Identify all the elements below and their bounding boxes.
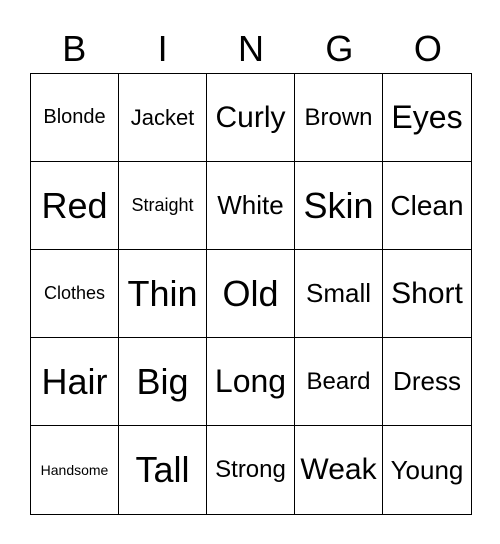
- bingo-cell-text: Strong: [215, 456, 286, 483]
- bingo-cell-text: Hair: [41, 360, 108, 402]
- bingo-cell[interactable]: Strong: [207, 426, 295, 514]
- bingo-cell-text: Eyes: [391, 99, 463, 135]
- bingo-cell[interactable]: Clothes: [31, 250, 119, 338]
- bingo-grid: Blonde Jacket Curly Brown Eyes Red Straight Whi…: [30, 73, 472, 515]
- bingo-cell[interactable]: Eyes: [383, 74, 471, 162]
- bingo-cell-text: Skin: [303, 184, 374, 226]
- bingo-cell[interactable]: Big: [119, 338, 207, 426]
- bingo-cell-text: Clothes: [43, 283, 106, 303]
- header-letter-o: O: [413, 28, 442, 69]
- bingo-cell[interactable]: Brown: [295, 74, 383, 162]
- bingo-cell-text: Big: [136, 360, 189, 402]
- bingo-cell[interactable]: Red: [31, 162, 119, 250]
- bingo-cell-text: Blonde: [43, 106, 106, 128]
- bingo-cell[interactable]: Straight: [119, 162, 207, 250]
- bingo-cell-text: Curly: [215, 100, 286, 134]
- bingo-cell[interactable]: Weak: [295, 426, 383, 514]
- bingo-cell-text: Tall: [135, 449, 190, 490]
- bingo-cell-text: Clean: [390, 189, 464, 221]
- bingo-cell[interactable]: Curly: [207, 74, 295, 162]
- bingo-cell-text: Straight: [131, 195, 194, 215]
- bingo-cell-text: Beard: [306, 367, 371, 395]
- bingo-header: B I N G O: [30, 26, 472, 72]
- bingo-cell[interactable]: Long: [207, 338, 295, 426]
- bingo-cell[interactable]: White: [207, 162, 295, 250]
- bingo-cell[interactable]: Young: [383, 426, 471, 514]
- bingo-cell[interactable]: Tall: [119, 426, 207, 514]
- bingo-cell[interactable]: Old: [207, 250, 295, 338]
- bingo-cell[interactable]: Blonde: [31, 74, 119, 162]
- bingo-cell[interactable]: Handsome: [31, 426, 119, 514]
- bingo-cell-text: Dress: [393, 366, 461, 396]
- bingo-cell-text: Brown: [304, 103, 373, 131]
- bingo-cell-text: Thin: [127, 272, 198, 314]
- bingo-cell-text: Young: [390, 454, 464, 485]
- header-letter-i: I: [157, 28, 168, 69]
- bingo-cell[interactable]: Short: [383, 250, 471, 338]
- bingo-cell-text: Handsome: [40, 462, 109, 478]
- bingo-cell[interactable]: Small: [295, 250, 383, 338]
- bingo-cell-text: Red: [41, 184, 108, 226]
- bingo-cell-text: Long: [214, 363, 287, 399]
- bingo-cell-text: Old: [222, 272, 279, 314]
- bingo-cell[interactable]: Hair: [31, 338, 119, 426]
- bingo-cell[interactable]: Thin: [119, 250, 207, 338]
- bingo-cell[interactable]: Beard: [295, 338, 383, 426]
- bingo-cell-text: Weak: [300, 453, 377, 486]
- bingo-cell[interactable]: Dress: [383, 338, 471, 426]
- bingo-cell[interactable]: Skin: [295, 162, 383, 250]
- bingo-cell[interactable]: Clean: [383, 162, 471, 250]
- header-letter-g: G: [325, 28, 354, 69]
- bingo-cell-text: Short: [391, 276, 463, 310]
- bingo-cell[interactable]: Jacket: [119, 74, 207, 162]
- bingo-cell-text: Jacket: [130, 104, 195, 130]
- header-letter-n: N: [238, 28, 265, 69]
- header-letter-b: B: [62, 28, 87, 69]
- bingo-cell-text: Small: [305, 278, 371, 308]
- bingo-cell-text: White: [217, 190, 284, 220]
